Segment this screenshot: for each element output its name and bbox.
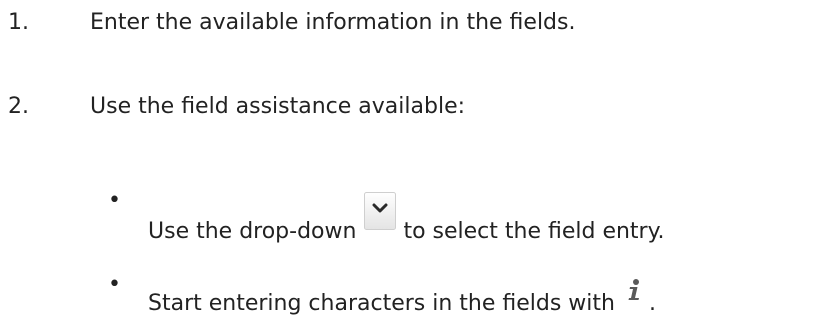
step-2-text: Use the field assistance available: [90,94,466,119]
bullet-2-text-before: Start entering characters in the fields … [148,291,615,316]
step-2-number: 2. [8,94,29,119]
step-1-text: Enter the available information in the f… [90,10,576,35]
bullet-marker-1: • [108,188,121,213]
dropdown-icon [364,192,397,230]
info-icon [625,278,645,302]
bullet-marker-2: • [108,272,121,297]
bullet-2-text-after: . [648,291,656,316]
bullet-1-line: Use the drop-down to select the field en… [148,192,665,244]
step-1-number: 1. [8,10,29,35]
bullet-2-line: Start entering characters in the fields … [148,279,656,316]
bullet-1-text-before: Use the drop-down [148,219,357,244]
bullet-1-text-after: to select the field entry. [403,219,665,244]
